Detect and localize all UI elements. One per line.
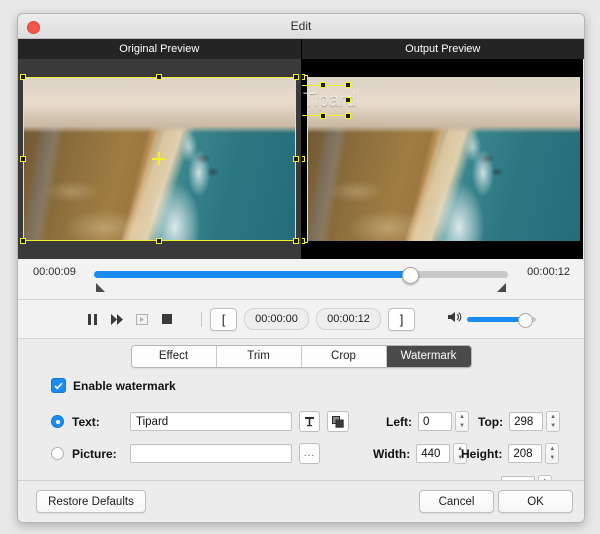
wm-handle-bottom-right[interactable] <box>345 113 351 119</box>
width-label: Width: <box>373 446 411 461</box>
timeline-slider[interactable] <box>94 267 508 284</box>
font-button[interactable] <box>299 411 320 432</box>
timeline-total-time: 00:00:12 <box>527 266 570 278</box>
preview-panes: Tipard <box>18 59 584 259</box>
timeline-current-time: 00:00:09 <box>33 266 76 278</box>
watermark-text-input[interactable]: Tipard <box>130 412 292 431</box>
timeline-area: 00:00:09 00:00:12 <box>18 259 584 300</box>
volume-fill <box>467 316 525 322</box>
width-stepper[interactable]: 440 ▲ ▼ <box>416 443 468 464</box>
preview-headers: Original Preview Output Preview <box>18 39 584 59</box>
watermark-picture-row: Picture: ... <box>51 443 320 464</box>
title-bar: Edit <box>18 14 584 39</box>
editor-tabs: Effect Trim Crop Watermark <box>130 344 472 368</box>
watermark-form: Enable watermark Text: Tipard Picture: .… <box>18 373 584 496</box>
playback-controls: [ 00:00:00 00:00:12 ] <box>18 300 584 339</box>
wm-handle-top-center[interactable] <box>320 82 326 88</box>
left-spinner[interactable]: ▲ ▼ <box>455 411 469 432</box>
speaker-icon[interactable] <box>447 310 463 328</box>
fast-forward-button[interactable] <box>109 311 125 327</box>
original-preview-label: Original Preview <box>18 39 302 59</box>
cancel-button[interactable]: Cancel <box>419 490 494 513</box>
height-label: Height: <box>461 446 503 461</box>
volume-slider-knob[interactable] <box>518 312 534 328</box>
end-time-field[interactable]: 00:00:12 <box>316 308 381 330</box>
mark-in-button[interactable]: [ <box>210 307 237 331</box>
edit-window: Edit Original Preview Output Preview Tip… <box>17 13 585 523</box>
app-root: Edit Original Preview Output Preview Tip… <box>0 0 600 534</box>
timeline-progress-fill <box>94 271 409 278</box>
handle-bottom-left[interactable] <box>20 238 26 244</box>
top-spinner[interactable]: ▲ ▼ <box>546 411 561 432</box>
handle-top-right[interactable] <box>293 74 299 80</box>
text-radio-label: Text: <box>72 414 100 429</box>
handle-bottom-center[interactable] <box>156 238 162 244</box>
tab-trim[interactable]: Trim <box>216 345 302 367</box>
top-field-row: Top: 298 ▲ ▼ <box>478 411 561 432</box>
picture-radio[interactable] <box>51 447 64 460</box>
pause-button[interactable] <box>84 311 100 327</box>
window-title: Edit <box>290 19 312 33</box>
left-field-row: Left: 0 ▲ ▼ <box>386 411 469 432</box>
tab-crop[interactable]: Crop <box>301 345 387 367</box>
tab-effect[interactable]: Effect <box>131 345 217 367</box>
transport-buttons <box>84 311 175 327</box>
editor-tabs-row: Effect Trim Crop Watermark <box>18 339 584 373</box>
step-frame-button[interactable] <box>134 311 150 327</box>
start-time-field[interactable]: 00:00:00 <box>244 308 309 330</box>
out-handle-bottom-left[interactable] <box>302 238 305 244</box>
height-input[interactable]: 208 <box>508 444 543 463</box>
out-handle-middle-left[interactable] <box>302 156 305 162</box>
height-spinner[interactable]: ▲ ▼ <box>545 443 560 464</box>
left-input[interactable]: 0 <box>418 412 452 431</box>
stop-button[interactable] <box>159 311 175 327</box>
tab-watermark[interactable]: Watermark <box>386 345 471 367</box>
wm-handle-bottom-center[interactable] <box>320 113 326 119</box>
handle-top-center[interactable] <box>156 74 162 80</box>
enable-watermark-row[interactable]: Enable watermark <box>51 378 176 393</box>
handle-bottom-right[interactable] <box>293 238 299 244</box>
browse-picture-button[interactable]: ... <box>299 443 320 464</box>
trim-start-marker-icon[interactable] <box>96 283 105 292</box>
controls-divider <box>201 311 202 327</box>
watermark-selection-rect[interactable] <box>302 85 348 116</box>
height-field-row: Height: 208 ▲ ▼ <box>461 443 560 464</box>
volume-slider[interactable] <box>467 312 536 328</box>
trim-end-marker-icon[interactable] <box>497 283 506 292</box>
enable-watermark-checkbox[interactable] <box>51 378 66 393</box>
watermark-text-row: Text: Tipard <box>51 411 349 432</box>
width-input[interactable]: 440 <box>416 444 451 463</box>
original-preview-pane[interactable] <box>18 59 302 259</box>
out-handle-top-left[interactable] <box>302 74 305 80</box>
enable-watermark-label: Enable watermark <box>73 378 176 393</box>
top-stepper[interactable]: 298 ▲ ▼ <box>509 411 561 432</box>
handle-middle-left[interactable] <box>20 156 26 162</box>
mark-out-button[interactable]: ] <box>388 307 415 331</box>
output-preview-label: Output Preview <box>301 39 584 59</box>
color-button[interactable] <box>327 411 349 432</box>
output-preview-pane[interactable]: Tipard <box>302 59 583 259</box>
restore-defaults-button[interactable]: Restore Defaults <box>36 490 146 513</box>
watermark-picture-input[interactable] <box>130 444 292 463</box>
width-field-row: Width: 440 ▲ ▼ <box>373 443 468 464</box>
wm-handle-middle-right[interactable] <box>345 97 351 103</box>
top-input[interactable]: 298 <box>509 412 544 431</box>
timeline-slider-knob[interactable] <box>401 267 419 284</box>
left-stepper[interactable]: 0 ▲ ▼ <box>418 411 469 432</box>
height-stepper[interactable]: 208 ▲ ▼ <box>508 443 560 464</box>
left-label: Left: <box>386 414 412 429</box>
picture-radio-label: Picture: <box>72 446 117 461</box>
center-crosshair-icon <box>152 152 165 165</box>
ok-button[interactable]: OK <box>498 490 573 513</box>
top-label: Top: <box>478 414 504 429</box>
text-radio[interactable] <box>51 415 64 428</box>
handle-middle-right[interactable] <box>293 156 299 162</box>
wm-handle-top-right[interactable] <box>345 82 351 88</box>
handle-top-left[interactable] <box>20 74 26 80</box>
volume-control <box>447 310 536 328</box>
dialog-footer: Restore Defaults Cancel OK <box>18 480 584 522</box>
